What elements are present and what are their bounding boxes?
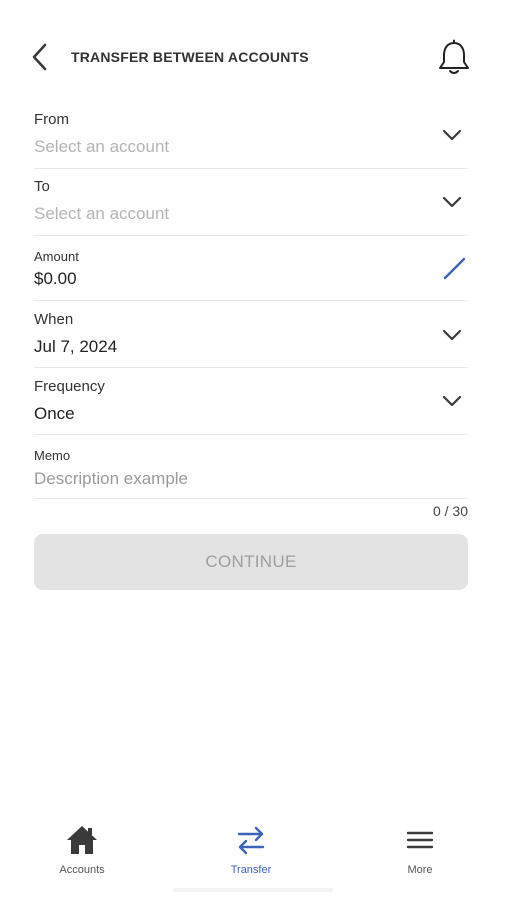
frequency-value: Once bbox=[34, 404, 75, 423]
from-placeholder: Select an account bbox=[34, 137, 170, 156]
amount-field[interactable]: Amount $0.00 bbox=[34, 236, 468, 301]
when-label: When bbox=[34, 311, 74, 328]
frequency-select[interactable]: Frequency Once bbox=[34, 368, 468, 435]
app-header: TRANSFER BETWEEN ACCOUNTS bbox=[0, 0, 507, 110]
from-label: From bbox=[34, 111, 69, 128]
back-button[interactable] bbox=[26, 40, 56, 74]
memo-placeholder: Description example bbox=[34, 469, 189, 488]
chevron-left-icon bbox=[32, 43, 47, 71]
memo-char-counter: 0 / 30 bbox=[432, 503, 468, 519]
nav-label-transfer: Transfer bbox=[230, 864, 272, 876]
pencil-icon[interactable] bbox=[442, 255, 468, 281]
bell-icon bbox=[439, 39, 469, 74]
amount-label: Amount bbox=[34, 249, 79, 264]
notifications-button[interactable] bbox=[434, 38, 474, 78]
nav-item-more[interactable]: More bbox=[360, 822, 480, 886]
chevron-down-icon bbox=[442, 329, 462, 341]
to-label: To bbox=[34, 178, 50, 195]
to-account-select[interactable]: To Select an account bbox=[34, 169, 468, 236]
memo-label: Memo bbox=[34, 448, 71, 463]
continue-button[interactable]: CONTINUE bbox=[34, 534, 468, 590]
when-date-select[interactable]: When Jul 7, 2024 bbox=[34, 301, 468, 368]
nav-item-transfer[interactable]: Transfer bbox=[191, 822, 311, 886]
nav-label-accounts: Accounts bbox=[59, 864, 105, 876]
menu-icon bbox=[402, 822, 438, 858]
transfer-screen: TRANSFER BETWEEN ACCOUNTS From Select an… bbox=[0, 0, 507, 900]
when-value: Jul 7, 2024 bbox=[34, 337, 118, 356]
chevron-down-icon bbox=[442, 395, 462, 407]
from-account-select[interactable]: From Select an account bbox=[34, 103, 468, 169]
page-title: TRANSFER BETWEEN ACCOUNTS bbox=[71, 49, 309, 65]
chevron-down-icon bbox=[442, 196, 462, 208]
to-placeholder: Select an account bbox=[34, 204, 170, 223]
home-indicator bbox=[173, 888, 333, 892]
bottom-nav: Accounts Transfer More bbox=[0, 810, 507, 900]
frequency-label: Frequency bbox=[34, 378, 105, 395]
amount-value: $0.00 bbox=[34, 269, 77, 288]
transfer-arrows-icon bbox=[233, 822, 269, 858]
home-icon bbox=[64, 822, 100, 858]
nav-label-more: More bbox=[407, 864, 433, 876]
nav-item-accounts[interactable]: Accounts bbox=[22, 822, 142, 886]
chevron-down-icon bbox=[442, 129, 462, 141]
memo-input[interactable]: Memo Description example bbox=[34, 435, 468, 499]
